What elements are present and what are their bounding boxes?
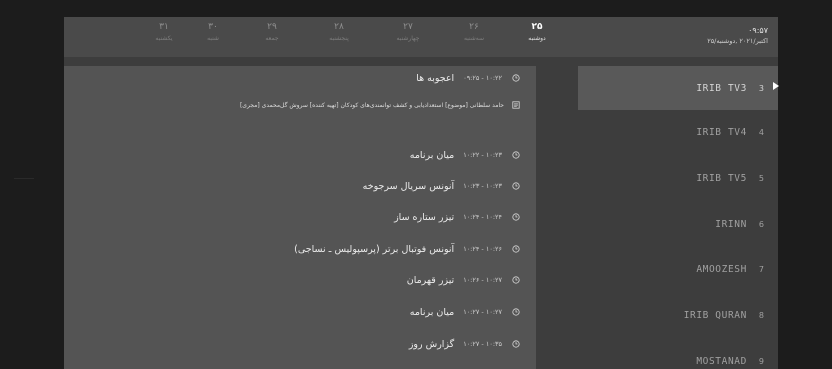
channel-item-irinn[interactable]: IRINN 6 bbox=[578, 202, 778, 246]
program-title: گزارش روز bbox=[408, 338, 455, 350]
day-tab-sunday[interactable]: ۳۱ یکشنبه bbox=[137, 21, 191, 43]
channel-name: MOSTANAD bbox=[696, 355, 747, 367]
date-bar: ۳۱ یکشنبه ۳۰ شنبه ۲۹ جمعه ۲۸ پنجشنبه ۲۷ … bbox=[64, 17, 778, 57]
channel-item-irib-tv3[interactable]: IRIB TV3 3 bbox=[578, 66, 778, 110]
day-number: ۳۱ bbox=[159, 22, 169, 32]
program-time: ۱۰:۲۷ - ۱۰:۳۵ bbox=[463, 340, 502, 348]
channel-number: 7 bbox=[758, 264, 764, 274]
program-item[interactable]: ۱۰:۲۳ - ۱۰:۲۳ آنونس سریال سرجوخه bbox=[363, 178, 522, 194]
program-title: تیزر ستاره ساز bbox=[394, 211, 455, 223]
current-time: ۰۹:۵۷ bbox=[748, 26, 768, 35]
day-name: شنبه bbox=[207, 35, 219, 42]
edge-mark bbox=[14, 178, 34, 179]
clock-icon bbox=[510, 245, 522, 253]
day-tab-thursday[interactable]: ۲۸ پنجشنبه bbox=[312, 21, 366, 43]
day-name: سه‌شنبه bbox=[463, 35, 485, 42]
program-title: میان برنامه bbox=[409, 149, 455, 161]
channel-number: 8 bbox=[758, 310, 764, 320]
program-time: ۱۰:۲۴ - ۱۰:۲۴ bbox=[463, 213, 502, 221]
day-number: ۲۶ bbox=[469, 22, 479, 32]
current-date: ۲۵/اکتبر/۲۰۲۱ ,دوشنبه bbox=[707, 37, 768, 45]
day-tab-tuesday[interactable]: ۲۶ سه‌شنبه bbox=[447, 21, 501, 43]
channel-number: 9 bbox=[758, 356, 764, 366]
program-time: ۱۰:۲۲ - ۱۰:۲۳ bbox=[463, 151, 502, 159]
channel-number: 6 bbox=[758, 219, 764, 229]
program-item[interactable]: ۱۰:۲۶ - ۱۰:۲۷ تیزر قهرمان bbox=[407, 272, 522, 288]
program-list-panel: ۰۹:۲۵ - ۱۰:۲۲ اعجوبه ها [مجری] حامد سلطا… bbox=[64, 66, 536, 369]
day-tab-saturday[interactable]: ۳۰ شنبه bbox=[186, 21, 240, 43]
program-time: ۱۰:۲۴ - ۱۰:۲۶ bbox=[463, 245, 502, 253]
program-title: میان برنامه bbox=[409, 306, 455, 318]
clock-icon bbox=[510, 213, 522, 221]
channel-item-amoozesh[interactable]: AMOOZESH 7 bbox=[578, 247, 778, 291]
notes-icon bbox=[510, 101, 522, 109]
channel-name: IRINN bbox=[715, 218, 747, 230]
channel-name: AMOOZESH bbox=[696, 263, 747, 275]
program-item[interactable]: ۱۰:۲۴ - ۱۰:۲۴ تیزر ستاره ساز bbox=[394, 209, 522, 225]
program-time: ۱۰:۲۳ - ۱۰:۲۳ bbox=[463, 182, 502, 190]
clock-icon bbox=[510, 182, 522, 190]
clock-icon bbox=[510, 308, 522, 316]
clock-icon bbox=[510, 276, 522, 284]
program-time: ۱۰:۲۶ - ۱۰:۲۷ bbox=[463, 276, 502, 284]
day-number: ۲۵ bbox=[531, 22, 543, 32]
channel-name: IRIB TV3 bbox=[696, 82, 747, 94]
channel-item-irib-quran[interactable]: IRIB QURAN 8 bbox=[578, 293, 778, 337]
clock-icon bbox=[510, 151, 522, 159]
program-item[interactable]: ۱۰:۲۷ - ۱۰:۲۷ میان برنامه bbox=[410, 304, 522, 320]
program-item[interactable]: ۱۰:۲۷ - ۱۰:۳۵ گزارش روز bbox=[409, 336, 522, 352]
day-tab-friday[interactable]: ۲۹ جمعه bbox=[245, 21, 299, 43]
program-time: ۰۹:۲۵ - ۱۰:۲۲ bbox=[463, 74, 502, 82]
channel-item-irib-tv4[interactable]: IRIB TV4 4 bbox=[578, 110, 778, 154]
day-name: دوشنبه bbox=[528, 35, 546, 42]
program-title: اعجوبه ها bbox=[416, 72, 455, 84]
clock-display: ۰۹:۵۷ ۲۵/اکتبر/۲۰۲۱ ,دوشنبه bbox=[707, 25, 768, 46]
day-number: ۲۷ bbox=[403, 22, 413, 32]
channel-item-irib-tv5[interactable]: IRIB TV5 5 bbox=[578, 156, 778, 200]
program-item[interactable]: ۱۰:۲۲ - ۱۰:۲۳ میان برنامه bbox=[410, 147, 522, 163]
day-tab-monday[interactable]: ۲۵ دوشنبه bbox=[510, 21, 564, 43]
program-item[interactable]: ۱۰:۲۴ - ۱۰:۲۶ آنونس فوتبال برتر (پرسپولی… bbox=[294, 241, 522, 257]
day-number: ۳۰ bbox=[208, 22, 218, 32]
program-description: [مجری] حامد سلطانی [موضوع] استعدادیابی و… bbox=[240, 99, 522, 111]
channel-number: 3 bbox=[758, 83, 764, 93]
channel-name: IRIB TV5 bbox=[696, 172, 747, 184]
channel-item-mostanad[interactable]: MOSTANAD 9 bbox=[578, 339, 778, 369]
day-name: یکشنبه bbox=[155, 35, 173, 42]
day-name: چهارشنبه bbox=[396, 35, 420, 42]
day-name: پنجشنبه bbox=[329, 35, 349, 42]
program-title: آنونس سریال سرجوخه bbox=[362, 180, 455, 192]
triangle-right-icon bbox=[773, 82, 779, 90]
day-tab-wednesday[interactable]: ۲۷ چهارشنبه bbox=[381, 21, 435, 43]
channel-number: 4 bbox=[758, 127, 764, 137]
program-time: ۱۰:۲۷ - ۱۰:۲۷ bbox=[463, 308, 502, 316]
day-number: ۲۹ bbox=[267, 22, 277, 32]
program-title: تیزر قهرمان bbox=[406, 274, 455, 286]
channel-name: IRIB TV4 bbox=[696, 126, 747, 138]
day-name: جمعه bbox=[265, 35, 279, 42]
program-title: آنونس فوتبال برتر (پرسپولیس ـ نساجی) bbox=[294, 243, 455, 255]
clock-icon bbox=[510, 74, 522, 82]
channel-number: 5 bbox=[758, 173, 764, 183]
program-item[interactable]: ۰۹:۲۵ - ۱۰:۲۲ اعجوبه ها bbox=[416, 70, 522, 86]
tv-guide-screen: ۳۱ یکشنبه ۳۰ شنبه ۲۹ جمعه ۲۸ پنجشنبه ۲۷ … bbox=[64, 17, 778, 369]
description-text: [مجری] حامد سلطانی [موضوع] استعدادیابی و… bbox=[239, 101, 504, 109]
channel-name: IRIB QURAN bbox=[683, 309, 747, 321]
clock-icon bbox=[510, 340, 522, 348]
day-number: ۲۸ bbox=[334, 22, 344, 32]
